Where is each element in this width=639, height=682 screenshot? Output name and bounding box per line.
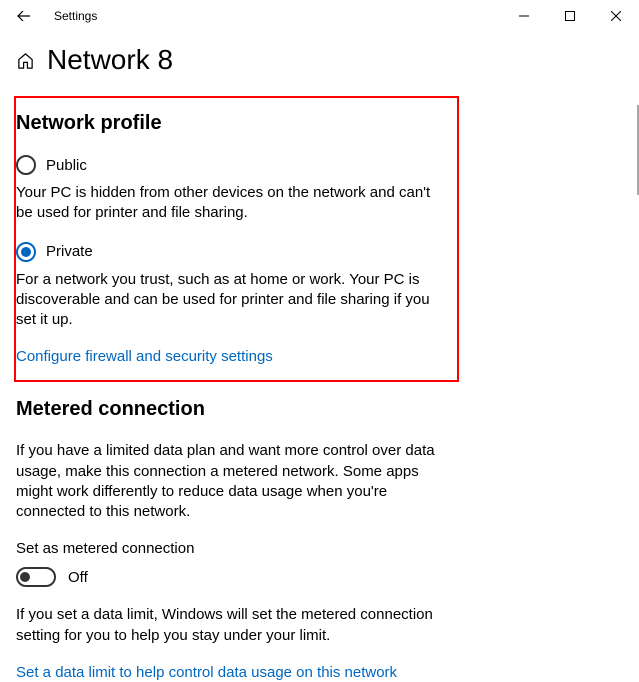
back-arrow-icon bbox=[16, 8, 32, 24]
data-limit-link[interactable]: Set a data limit to help control data us… bbox=[16, 664, 397, 681]
close-button[interactable] bbox=[593, 0, 639, 32]
minimize-icon bbox=[519, 11, 529, 21]
metered-toggle-row: Off bbox=[16, 567, 623, 587]
radio-public[interactable]: Public bbox=[16, 155, 445, 175]
page-header: Network 8 bbox=[16, 44, 623, 76]
data-limit-description: If you set a data limit, Windows will se… bbox=[16, 605, 436, 646]
network-profile-section: Network profile Public Your PC is hidden… bbox=[14, 96, 459, 382]
metered-connection-section: Metered connection If you have a limited… bbox=[16, 398, 623, 682]
back-button[interactable] bbox=[4, 0, 44, 32]
home-button[interactable] bbox=[16, 51, 35, 70]
toggle-state-label: Off bbox=[68, 569, 88, 586]
radio-dot-icon bbox=[21, 247, 31, 257]
section-heading-network-profile: Network profile bbox=[16, 112, 445, 135]
metered-toggle[interactable] bbox=[16, 567, 56, 587]
maximize-icon bbox=[565, 11, 575, 21]
minimize-button[interactable] bbox=[501, 0, 547, 32]
maximize-button[interactable] bbox=[547, 0, 593, 32]
caption-buttons bbox=[501, 0, 639, 32]
radio-indicator bbox=[16, 155, 36, 175]
public-description: Your PC is hidden from other devices on … bbox=[16, 183, 436, 224]
toggle-knob-icon bbox=[20, 572, 30, 582]
content-area: Network 8 Network profile Public Your PC… bbox=[0, 32, 639, 682]
metered-description: If you have a limited data plan and want… bbox=[16, 441, 436, 522]
home-icon bbox=[16, 51, 35, 70]
radio-private[interactable]: Private bbox=[16, 242, 445, 262]
firewall-settings-link[interactable]: Configure firewall and security settings bbox=[16, 348, 273, 365]
close-icon bbox=[611, 11, 621, 21]
window-title: Settings bbox=[44, 9, 97, 23]
title-bar: Settings bbox=[0, 0, 639, 32]
radio-indicator bbox=[16, 242, 36, 262]
radio-label-public: Public bbox=[46, 157, 87, 174]
section-heading-metered: Metered connection bbox=[16, 398, 623, 421]
private-description: For a network you trust, such as at home… bbox=[16, 270, 436, 331]
toggle-heading: Set as metered connection bbox=[16, 540, 623, 557]
radio-label-private: Private bbox=[46, 243, 93, 260]
page-title: Network 8 bbox=[47, 44, 173, 76]
